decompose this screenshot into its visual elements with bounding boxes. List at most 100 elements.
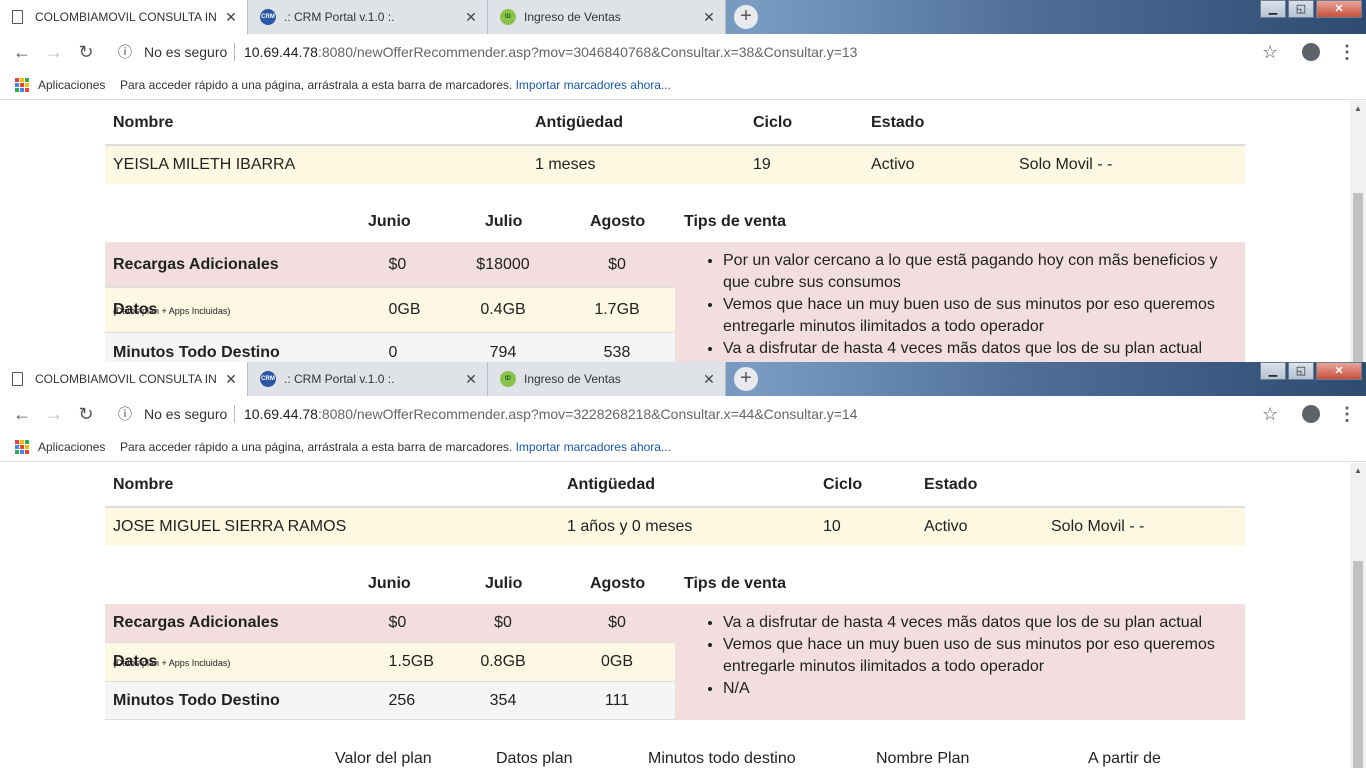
account-icon[interactable] (1302, 405, 1320, 423)
value-junio: 256 (388, 691, 416, 709)
scroll-up-icon[interactable]: ▲ (1354, 104, 1362, 113)
browser-toolbar: ← → ↻ ⓘ No es seguro 10.69.44.78:8080/ne… (0, 34, 1366, 70)
tips-header: Tips de venta (684, 575, 786, 592)
tab-label: COLOMBIAMOVIL CONSULTA IN (35, 372, 217, 386)
tab-crm-portal[interactable]: CRM .: CRM Portal v.1.0 :. ✕ (248, 362, 488, 396)
tab-crm-portal[interactable]: CRM .: CRM Portal v.1.0 :. ✕ (248, 0, 488, 34)
ingreso-icon: ID (500, 9, 516, 25)
forward-icon[interactable]: → (38, 42, 70, 63)
browser-toolbar: ← → ↻ ⓘ No es seguro 10.69.44.78:8080/ne… (0, 396, 1366, 432)
maximize-button[interactable]: ◱ (1288, 362, 1314, 380)
plan-header-desde: A partir de (1088, 750, 1161, 767)
tab-colombiamovil[interactable]: COLOMBIAMOVIL CONSULTA IN ✕ (0, 362, 248, 396)
import-bookmarks-link[interactable]: Importar marcadores ahora... (516, 440, 671, 454)
client-table: Nombre Antigüedad Ciclo Estado JOSE MIGU… (105, 464, 1245, 546)
tab-label: .: CRM Portal v.1.0 :. (284, 10, 395, 24)
info-icon[interactable]: ⓘ (118, 404, 132, 424)
client-table-header: Nombre Antigüedad Ciclo Estado (105, 464, 1245, 508)
usage-row-recargas: Recargas Adicionales $0 $18000 $0 (105, 242, 675, 288)
close-icon[interactable]: ✕ (221, 371, 241, 388)
info-icon[interactable]: ⓘ (118, 42, 132, 62)
usage-row-datos: Datos (Datos plan + Apps Incluidas) 0GB … (105, 288, 675, 333)
tab-label: COLOMBIAMOVIL CONSULTA IN (35, 10, 217, 24)
divider (234, 405, 235, 423)
header-ciclo: Ciclo (823, 476, 863, 493)
header-estado: Estado (871, 114, 925, 131)
header-nombre: Nombre (113, 476, 174, 493)
usage-row-minutos: Minutos Todo Destino 256 354 111 (105, 682, 675, 720)
row-label: Minutos Todo Destino (113, 691, 280, 709)
header-estado: Estado (924, 476, 978, 493)
forward-icon[interactable]: → (38, 404, 70, 425)
value-julio: $18000 (476, 255, 530, 273)
apps-icon[interactable] (15, 77, 29, 92)
address-bar[interactable]: 10.69.44.78:8080/newOfferRecommender.asp… (244, 406, 857, 422)
menu-icon[interactable]: ⋮ (1338, 404, 1356, 425)
scroll-up-icon[interactable]: ▲ (1354, 466, 1362, 475)
value-julio: $0 (494, 614, 512, 631)
maximize-button[interactable]: ◱ (1288, 0, 1314, 18)
client-row: JOSE MIGUEL SIERRA RAMOS 1 años y 0 mese… (105, 508, 1245, 546)
row-label: Datos (Datos plan + Apps Incluidas) (113, 653, 230, 671)
tab-ingreso-ventas[interactable]: ID Ingreso de Ventas ✕ (488, 0, 726, 34)
close-icon[interactable]: ✕ (699, 9, 719, 26)
back-icon[interactable]: ← (6, 42, 38, 63)
plan-header-datos: Datos plan (496, 750, 573, 767)
minimize-button[interactable]: ▁ (1260, 0, 1286, 18)
tab-strip: COLOMBIAMOVIL CONSULTA IN ✕ CRM .: CRM P… (0, 362, 1366, 396)
menu-icon[interactable]: ⋮ (1338, 42, 1356, 63)
scroll-thumb[interactable] (1353, 193, 1363, 362)
divider (234, 43, 235, 61)
usage-table: Recargas Adicionales $0 $18000 $0 Datos … (105, 242, 675, 362)
scrollbar[interactable]: ▲ (1350, 463, 1366, 768)
crm-icon: CRM (260, 371, 276, 387)
apps-label[interactable]: Aplicaciones (38, 440, 105, 454)
apps-label[interactable]: Aplicaciones (38, 78, 105, 92)
close-icon[interactable]: ✕ (461, 9, 481, 26)
import-bookmarks-link[interactable]: Importar marcadores ahora... (516, 78, 671, 92)
page-icon (12, 372, 23, 386)
minimize-button[interactable]: ▁ (1260, 362, 1286, 380)
address-bar[interactable]: 10.69.44.78:8080/newOfferRecommender.asp… (244, 44, 857, 60)
month-junio: Junio (368, 213, 411, 230)
row-label-text: Datos (113, 653, 158, 670)
tab-colombiamovil[interactable]: COLOMBIAMOVIL CONSULTA IN ✕ (0, 0, 248, 34)
row-label: Recargas Adicionales (113, 614, 279, 631)
tip-item: Va a disfrutar de hasta 4 veces mãs dato… (723, 338, 1225, 360)
reload-icon[interactable]: ↻ (70, 42, 102, 63)
security-label[interactable]: No es seguro (144, 44, 227, 60)
usage-row-datos: Datos (Datos plan + Apps Incluidas) 1.5G… (105, 643, 675, 682)
new-tab-button[interactable]: + (734, 5, 758, 29)
window-close-button[interactable]: ✕ (1316, 0, 1362, 18)
browser-window-1: COLOMBIAMOVIL CONSULTA IN ✕ CRM .: CRM P… (0, 0, 1366, 362)
reload-icon[interactable]: ↻ (70, 404, 102, 425)
bookmark-star-icon[interactable]: ☆ (1262, 404, 1278, 425)
bookmark-star-icon[interactable]: ☆ (1262, 42, 1278, 63)
value-agosto: 111 (604, 691, 630, 709)
header-nombre: Nombre (113, 114, 174, 131)
tab-label: Ingreso de Ventas (524, 372, 621, 386)
client-antiguedad: 1 años y 0 meses (567, 518, 693, 535)
window-close-button[interactable]: ✕ (1316, 362, 1362, 380)
security-label[interactable]: No es seguro (144, 406, 227, 422)
usage-row-recargas: Recargas Adicionales $0 $0 $0 (105, 604, 675, 643)
client-antiguedad: 1 meses (535, 156, 596, 173)
back-icon[interactable]: ← (6, 404, 38, 425)
value-junio: 0 (388, 343, 398, 361)
new-tab-button[interactable]: + (734, 367, 758, 391)
row-label: Datos (Datos plan + Apps Incluidas) (113, 301, 230, 319)
value-junio: 1.5GB (388, 653, 434, 670)
url-host: 10.69.44.78 (244, 44, 318, 60)
client-nombre: YEISLA MILETH IBARRA (113, 156, 296, 173)
tab-label: Ingreso de Ventas (524, 10, 621, 24)
account-icon[interactable] (1302, 43, 1320, 61)
scrollbar[interactable]: ▲ (1350, 101, 1366, 362)
apps-icon[interactable] (15, 439, 29, 454)
month-agosto: Agosto (590, 575, 646, 592)
scroll-thumb[interactable] (1353, 561, 1363, 768)
close-icon[interactable]: ✕ (699, 371, 719, 388)
close-icon[interactable]: ✕ (461, 371, 481, 388)
close-icon[interactable]: ✕ (221, 9, 241, 26)
value-agosto: 538 (603, 343, 631, 361)
tab-ingreso-ventas[interactable]: ID Ingreso de Ventas ✕ (488, 362, 726, 396)
